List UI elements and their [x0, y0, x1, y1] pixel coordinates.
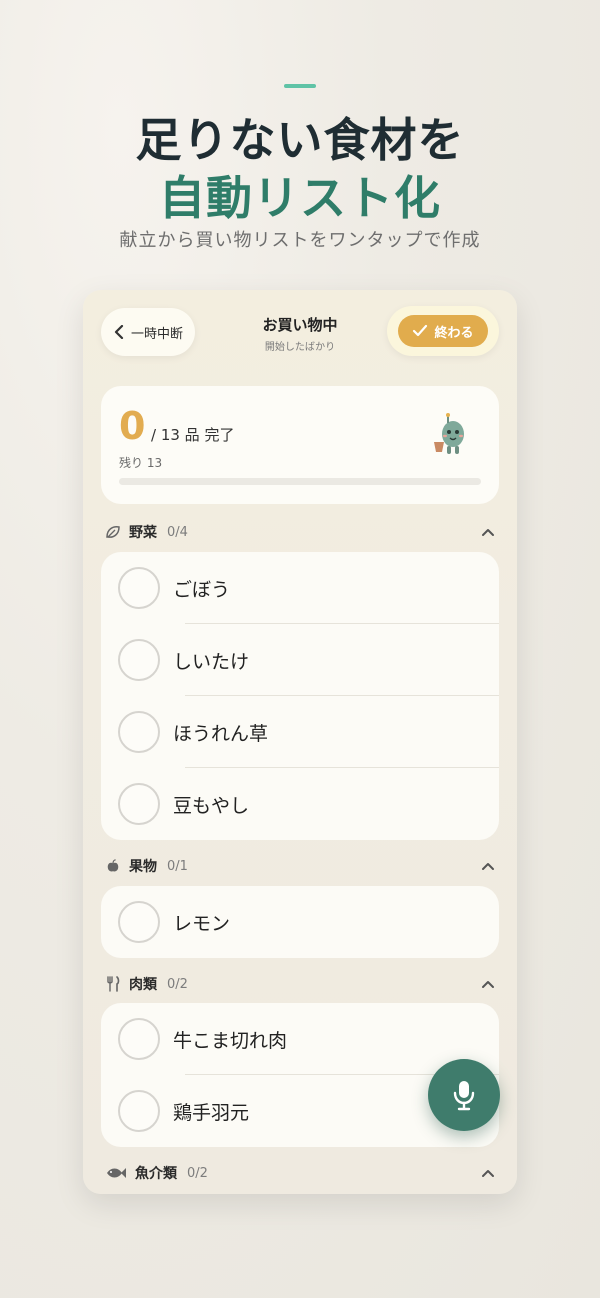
category-header-meat[interactable]: 肉類 0/2	[105, 972, 495, 996]
category-header-vegetables[interactable]: 野菜 0/4	[105, 520, 495, 544]
list-item[interactable]: ごぼう	[101, 552, 499, 624]
progress-card: 0 / 13 品 完了 残り 13	[101, 386, 499, 504]
fork-knife-icon	[105, 976, 121, 992]
finish-button[interactable]: 終わる	[398, 315, 488, 347]
finish-button-wrap: 終わる	[387, 306, 499, 356]
category-items-fruits: レモン	[101, 886, 499, 958]
screen-subtitle: 開始したばかり	[264, 342, 336, 353]
item-label: ほうれん草	[173, 722, 269, 745]
item-label: しいたけ	[173, 650, 250, 673]
pause-button-label: 一時中断	[130, 326, 183, 342]
category-header-fruits[interactable]: 果物 0/1	[105, 854, 495, 878]
microphone-icon	[453, 1081, 475, 1111]
progress-remaining: 残り 13	[119, 456, 163, 470]
headline-line2: 自動リスト化	[159, 171, 441, 225]
subheadline: 献立から買い物リストをワンタップで作成	[119, 230, 481, 251]
item-checkbox[interactable]	[118, 1018, 160, 1060]
category-header-seafood[interactable]: 魚介類 0/2	[105, 1161, 495, 1185]
progress-done-count: 0	[119, 404, 146, 448]
item-label: 鶏手羽元	[173, 1101, 250, 1124]
category-count: 0/4	[167, 524, 188, 540]
chevron-up-icon[interactable]	[481, 1168, 495, 1178]
category-name: 野菜	[129, 525, 157, 541]
chevron-up-icon[interactable]	[481, 861, 495, 871]
fish-icon	[105, 1165, 127, 1181]
voice-input-button[interactable]	[428, 1059, 500, 1131]
screen-title: お買い物中	[262, 316, 338, 334]
item-label: ごぼう	[173, 578, 231, 601]
mascot-icon	[434, 413, 464, 454]
leaf-icon	[105, 524, 121, 540]
list-item[interactable]: 牛こま切れ肉	[101, 1003, 499, 1075]
checkmark-icon	[413, 324, 428, 337]
finish-button-label: 終わる	[434, 325, 474, 341]
progress-bar	[119, 478, 481, 485]
list-item[interactable]: しいたけ	[101, 624, 499, 696]
list-item[interactable]: ほうれん草	[101, 696, 499, 768]
chevron-left-icon	[114, 325, 124, 339]
item-label: レモン	[173, 912, 231, 935]
chevron-up-icon[interactable]	[481, 527, 495, 537]
category-count: 0/2	[187, 1165, 208, 1181]
item-checkbox[interactable]	[118, 711, 160, 753]
apple-icon	[105, 858, 121, 874]
category-items-vegetables: ごぼう しいたけ ほうれん草 豆もやし	[101, 552, 499, 840]
item-checkbox[interactable]	[118, 567, 160, 609]
item-label: 牛こま切れ肉	[173, 1029, 288, 1052]
item-checkbox[interactable]	[118, 1090, 160, 1132]
category-name: 肉類	[129, 977, 157, 993]
headline-line1: 足りない食材を	[135, 113, 465, 167]
category-name: 果物	[129, 859, 157, 875]
item-checkbox[interactable]	[118, 639, 160, 681]
progress-total-text: / 13 品 完了	[151, 426, 235, 444]
phone-screen: 一時中断 お買い物中 開始したばかり 終わる 0 / 13 品 完了 残り 13	[83, 290, 517, 1194]
screen-title-block: お買い物中 開始したばかり	[233, 314, 367, 353]
list-item[interactable]: レモン	[101, 886, 499, 958]
item-checkbox[interactable]	[118, 901, 160, 943]
accent-bar	[284, 84, 316, 88]
item-label: 豆もやし	[173, 794, 250, 817]
list-item[interactable]: 豆もやし	[101, 768, 499, 840]
chevron-up-icon[interactable]	[481, 979, 495, 989]
item-checkbox[interactable]	[118, 783, 160, 825]
category-count: 0/2	[167, 976, 188, 992]
category-name: 魚介類	[135, 1166, 177, 1182]
category-count: 0/1	[167, 858, 188, 874]
pause-button[interactable]: 一時中断	[101, 308, 195, 356]
